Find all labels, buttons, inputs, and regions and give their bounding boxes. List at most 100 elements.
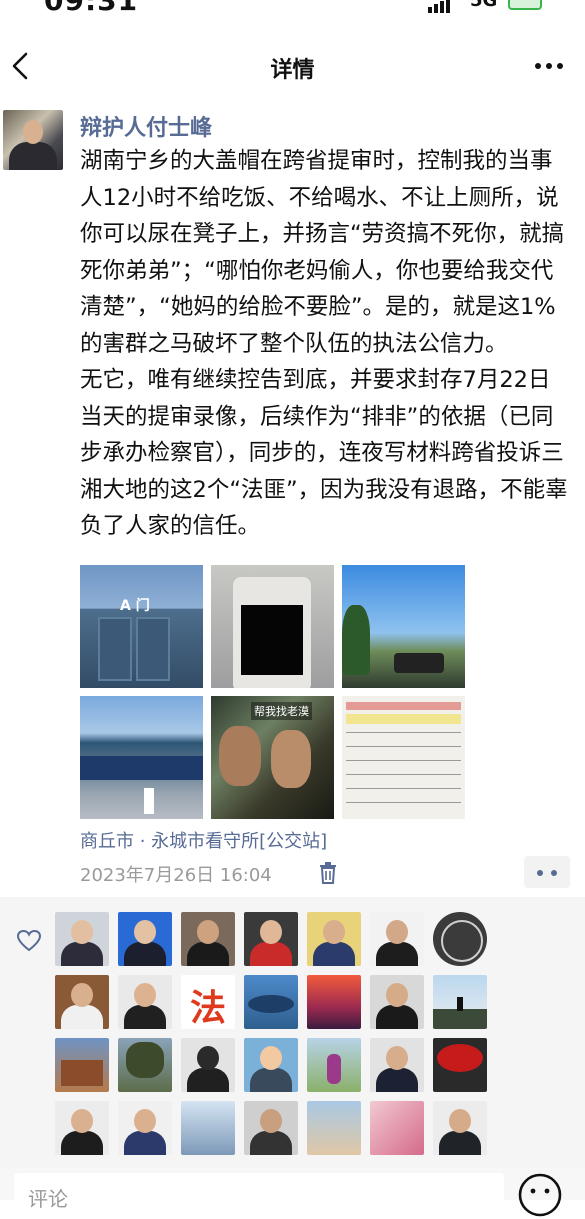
liker-avatar[interactable]: [307, 1038, 361, 1092]
post-photo-movie-still[interactable]: 帮我找老漠: [211, 696, 334, 819]
liker-avatar[interactable]: [244, 1038, 298, 1092]
avatar-face: [260, 1046, 282, 1070]
liker-avatar[interactable]: [181, 912, 235, 966]
liker-avatar[interactable]: [244, 912, 298, 966]
liker-avatar[interactable]: [181, 1101, 235, 1155]
heart-outline-icon: [16, 929, 42, 952]
avatar-face: [23, 120, 43, 144]
avatar-figure: [61, 1005, 103, 1029]
post-location[interactable]: 商丘市 · 永城市看守所[公交站]: [80, 827, 327, 853]
photo-detail: [271, 730, 311, 788]
liker-avatar[interactable]: [307, 1101, 361, 1155]
post-photo-phone-screen[interactable]: [211, 565, 334, 688]
liker-avatar[interactable]: [433, 1101, 487, 1155]
comment-placeholder: 评论: [28, 1187, 68, 1211]
liker-avatar[interactable]: [55, 975, 109, 1029]
liker-avatar[interactable]: [244, 975, 298, 1029]
post-timestamp: 2023年7月26日 16:04: [80, 865, 272, 886]
avatar-face: [260, 1109, 282, 1133]
post-photo-building-gate[interactable]: A 门: [80, 565, 203, 688]
avatar-figure: [376, 1068, 418, 1092]
avatar-face: [449, 1109, 471, 1133]
photo-detail: [80, 756, 203, 780]
liker-avatar[interactable]: [307, 975, 361, 1029]
liker-avatar[interactable]: [244, 1101, 298, 1155]
avatar-figure: [124, 1005, 166, 1029]
nav-bar: 详情: [0, 38, 585, 98]
liker-avatar[interactable]: [118, 912, 172, 966]
trash-icon[interactable]: [318, 861, 338, 885]
photo-detail: [144, 788, 154, 814]
avatar-figure: [124, 1131, 166, 1155]
avatar-figure: [9, 142, 57, 170]
liker-avatar[interactable]: [181, 1038, 235, 1092]
author-avatar[interactable]: [3, 110, 63, 170]
dot-icon: [551, 870, 557, 876]
liker-avatar-fa-logo[interactable]: 法: [181, 975, 235, 1029]
liker-avatar[interactable]: [370, 912, 424, 966]
photo-detail: [136, 617, 170, 681]
avatar-detail: [437, 1044, 483, 1072]
status-time: 09:31: [44, 0, 139, 17]
photo-detail: [346, 774, 461, 775]
liker-avatar[interactable]: [118, 975, 172, 1029]
photo-detail: [342, 605, 370, 675]
smiley-icon[interactable]: [516, 1171, 564, 1219]
liker-avatar[interactable]: [118, 1101, 172, 1155]
avatar-detail: [457, 997, 463, 1011]
avatar-detail: [61, 1060, 103, 1086]
photo-detail: [346, 714, 461, 724]
avatar-face: [134, 1109, 156, 1133]
liker-avatar[interactable]: [370, 1038, 424, 1092]
more-dots-icon[interactable]: [533, 54, 565, 78]
author-name[interactable]: 辩护人付士峰: [80, 110, 212, 142]
comment-input[interactable]: 评论: [14, 1173, 504, 1213]
post-photo-government-building[interactable]: [80, 696, 203, 819]
avatar-detail: [433, 1009, 487, 1029]
avatar-face: [71, 920, 93, 944]
liker-avatar[interactable]: [307, 912, 361, 966]
avatar-figure: [61, 942, 103, 966]
avatar-figure: [250, 942, 292, 966]
avatar-face: [260, 920, 282, 944]
avatar-face: [386, 920, 408, 944]
photo-detail: [346, 760, 461, 761]
liker-avatar[interactable]: [55, 912, 109, 966]
likes-panel: 法: [0, 897, 585, 1167]
avatar-face: [71, 1109, 93, 1133]
avatar-face: [134, 983, 156, 1007]
post-photo-outdoor-car[interactable]: [342, 565, 465, 688]
post-photo-document-table[interactable]: [342, 696, 465, 819]
avatar-figure: [250, 1068, 292, 1092]
avatar-figure: [61, 1131, 103, 1155]
avatar-figure: [376, 942, 418, 966]
photo-detail: [219, 726, 261, 786]
avatar-figure: [187, 1068, 229, 1092]
liker-avatar[interactable]: [433, 975, 487, 1029]
photo-detail: [346, 732, 461, 733]
photo-caption-text: 帮我找老漠: [251, 702, 312, 720]
liker-avatar[interactable]: [55, 1038, 109, 1092]
photo-detail: [346, 746, 461, 747]
avatar-detail: [248, 995, 294, 1013]
avatar-face: [71, 983, 93, 1007]
avatar-figure: [124, 942, 166, 966]
avatar-face: [134, 920, 156, 944]
avatar-figure: [376, 1005, 418, 1029]
liker-avatar[interactable]: [433, 1038, 487, 1092]
avatar-figure: [313, 942, 355, 966]
dot-icon: [537, 870, 543, 876]
liker-avatar[interactable]: [370, 1101, 424, 1155]
like-comment-menu-button[interactable]: [524, 856, 570, 888]
photo-detail: [346, 788, 461, 789]
avatar-detail: [327, 1054, 341, 1084]
liker-avatar[interactable]: [118, 1038, 172, 1092]
avatar-face: [386, 1046, 408, 1070]
avatar-face: [323, 920, 345, 944]
post-text: 湖南宁乡的大盖帽在跨省提审时，控制我的当事人12小时不给吃饭、不给喝水、不让上厕…: [80, 148, 568, 539]
photo-detail: [346, 802, 461, 803]
battery-icon: [508, 0, 542, 10]
liker-avatar-emblem[interactable]: [433, 912, 487, 966]
liker-avatar[interactable]: [370, 975, 424, 1029]
liker-avatar[interactable]: [55, 1101, 109, 1155]
